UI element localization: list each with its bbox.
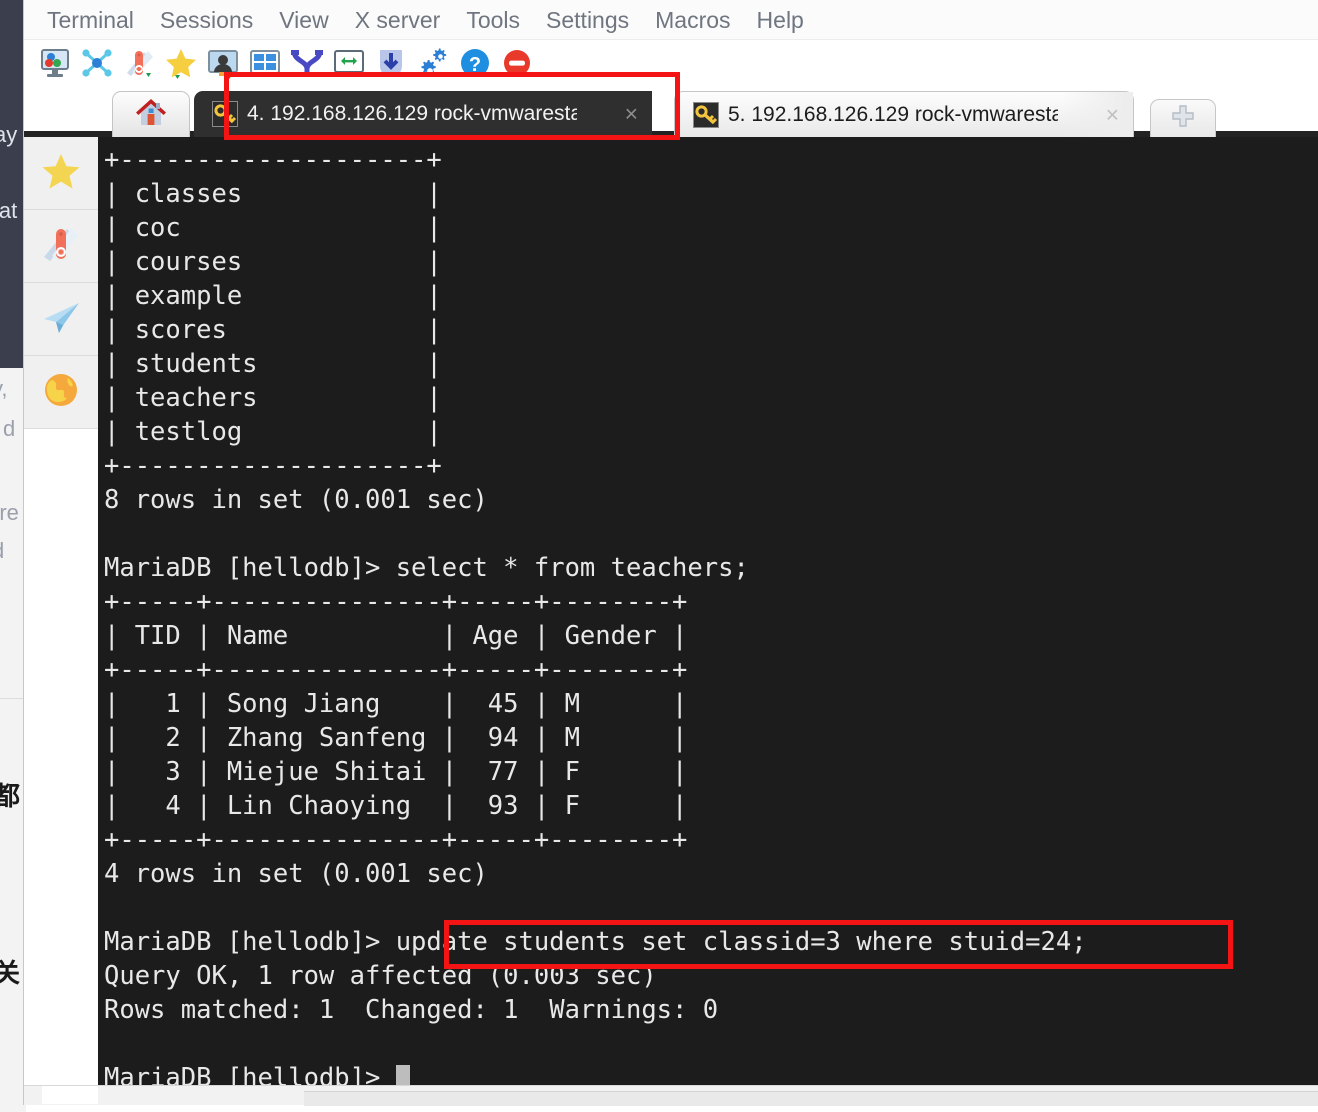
menu-xserver[interactable]: X server [342, 1, 454, 39]
new-tab-button[interactable] [1150, 99, 1216, 137]
split-branch-icon [290, 46, 324, 80]
sidebar-item-globe[interactable] [24, 356, 98, 429]
menu-sessions[interactable]: Sessions [147, 1, 266, 39]
toolbar-help-button[interactable]: ? [456, 43, 494, 83]
sidebar [24, 137, 99, 1104]
tunneling-download-icon [374, 46, 408, 80]
session-monitor-icon [38, 46, 72, 80]
menu-tools[interactable]: Tools [453, 1, 533, 39]
toolbar-view-button[interactable] [246, 43, 284, 83]
view-split-icon [248, 46, 282, 80]
svg-text:?: ? [469, 54, 481, 76]
tab-label-fade [1061, 92, 1133, 137]
terminal-text: +--------------------+ | classes | | coc… [104, 143, 1318, 1085]
background-grey-text-1: y, [0, 376, 7, 402]
sidebar-item-send[interactable] [24, 283, 98, 356]
menu-bar: Terminal Sessions View X server Tools Se… [24, 0, 1318, 40]
background-cjk-text-1: 都 [0, 776, 20, 813]
menu-view[interactable]: View [266, 1, 341, 39]
plus-icon [1170, 103, 1196, 134]
menu-macros[interactable]: Macros [642, 1, 743, 39]
toolbar-session-button[interactable] [36, 43, 74, 83]
multiexec-icon [332, 46, 366, 80]
settings-gears-icon [416, 46, 450, 80]
menu-help[interactable]: Help [744, 1, 817, 39]
toolbar-xserver-button[interactable] [498, 43, 536, 83]
terminal-cursor [396, 1065, 410, 1085]
tab-label-4: 4. 192.168.126.129 rock-vmwarestation [247, 102, 577, 126]
tab-session-5[interactable]: 5. 192.168.126.129 rock-vmwarestation × [674, 91, 1134, 137]
tab-label-fade [580, 91, 652, 137]
key-icon [693, 102, 719, 128]
toolbar-split-button[interactable] [288, 43, 326, 83]
status-bar [24, 1085, 1318, 1105]
toolbar-tools-button[interactable] [120, 43, 158, 83]
background-grey-text-4: d [0, 538, 4, 564]
tab-home[interactable] [112, 91, 190, 137]
menu-terminal[interactable]: Terminal [34, 1, 147, 39]
paper-plane-icon [40, 296, 82, 343]
tab-bar: 4. 192.168.126.129 rock-vmwarestation × … [24, 85, 1318, 137]
toolbar-servers-button[interactable] [78, 43, 116, 83]
help-question-icon: ? [458, 46, 492, 80]
sidebar-empty-area [24, 429, 98, 1104]
star-favorites-icon [164, 46, 198, 80]
menu-settings[interactable]: Settings [533, 1, 642, 39]
background-dark-text-1: ay [0, 122, 17, 148]
key-icon [212, 101, 238, 127]
exit-minus-icon [500, 46, 534, 80]
terminal-output-area[interactable]: +--------------------+ | classes | | coc… [98, 137, 1318, 1085]
toolbar-multiexec-button[interactable] [330, 43, 368, 83]
tab-session-4[interactable]: 4. 192.168.126.129 rock-vmwarestation × [194, 91, 652, 137]
sidebar-item-tools[interactable] [24, 210, 98, 283]
background-grey-text-2: l d [0, 416, 15, 442]
screen: ay lat y, l d rre d 都 关 Terminal Session… [0, 0, 1318, 1112]
toolbar-tunneling-button[interactable] [372, 43, 410, 83]
home-icon [134, 96, 168, 133]
tab-close-icon[interactable]: × [625, 103, 638, 126]
sidebar-item-favorites[interactable] [24, 137, 98, 210]
servers-network-icon [80, 46, 114, 80]
toolbar-settings-button[interactable] [414, 43, 452, 83]
background-light-window: y, l d rre d 都 关 [0, 368, 26, 1112]
swiss-knife-icon [40, 223, 82, 270]
globe-icon [40, 369, 82, 416]
toolbar: ? [24, 40, 1318, 85]
tab-label-5: 5. 192.168.126.129 rock-vmwarestation [728, 103, 1058, 127]
background-dark-text-2: lat [0, 198, 17, 224]
tools-knife-icon [122, 46, 156, 80]
background-dark-window: ay lat [0, 0, 26, 368]
background-cjk-text-2: 关 [0, 953, 20, 990]
toolbar-sessions-button[interactable] [204, 43, 242, 83]
user-session-icon [206, 46, 240, 80]
tab-close-icon[interactable]: × [1106, 103, 1119, 126]
star-icon [40, 150, 82, 197]
toolbar-games-button[interactable] [162, 43, 200, 83]
mobaxterm-window: Terminal Sessions View X server Tools Se… [24, 0, 1318, 1104]
background-grey-text-3: rre [0, 500, 19, 526]
status-bar-rest [304, 1091, 1318, 1106]
status-bar-nub [42, 1086, 98, 1104]
